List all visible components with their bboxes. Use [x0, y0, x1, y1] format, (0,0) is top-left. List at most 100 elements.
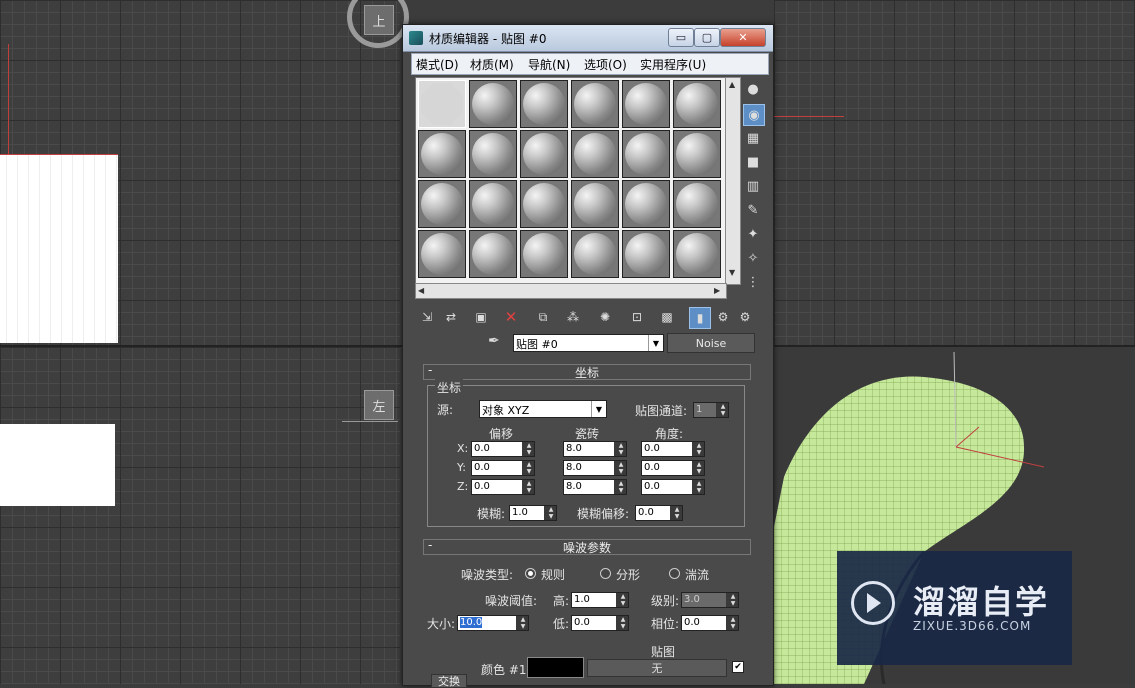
offset-value[interactable]: 0.0: [472, 442, 522, 456]
map-channel-spinner[interactable]: 1 ▲ ▼: [693, 402, 729, 418]
spinner-arrows-icon[interactable]: ▲ ▼: [616, 480, 626, 494]
show-end-result-icon[interactable]: ▮: [689, 307, 711, 329]
background-checker-icon[interactable]: ▦: [743, 128, 763, 148]
material-sample-slot[interactable]: [469, 80, 517, 128]
color1-map-button[interactable]: 无: [587, 659, 727, 677]
spinner-arrows-icon[interactable]: ▲ ▼: [694, 461, 704, 475]
video-color-check-icon[interactable]: ▥: [743, 176, 763, 196]
viewcube-left-face[interactable]: 左: [364, 390, 394, 420]
phase-value[interactable]: 0.0: [682, 616, 726, 630]
menu-options[interactable]: 选项(O): [584, 56, 627, 73]
low-spinner[interactable]: 0.0 ▲ ▼: [571, 615, 629, 631]
low-value[interactable]: 0.0: [572, 616, 616, 630]
tiling-spinner[interactable]: 8.0 ▲ ▼: [563, 460, 627, 476]
tiling-value[interactable]: 8.0: [564, 461, 614, 475]
put-to-library-icon[interactable]: ✺: [595, 307, 615, 327]
angle-spinner[interactable]: 0.0 ▲ ▼: [641, 441, 705, 457]
size-spinner[interactable]: 10.0 ▲ ▼: [457, 615, 529, 631]
close-button[interactable]: ✕: [720, 28, 766, 47]
angle-spinner[interactable]: 0.0 ▲ ▼: [641, 479, 705, 495]
material-sample-slot[interactable]: [418, 130, 466, 178]
show-map-in-viewport-icon[interactable]: ▩: [657, 307, 677, 327]
menu-navigation[interactable]: 导航(N): [528, 56, 570, 73]
offset-spinner[interactable]: 0.0 ▲ ▼: [471, 479, 535, 495]
color1-swatch[interactable]: [527, 657, 584, 678]
go-to-parent-icon[interactable]: ⚙: [713, 307, 733, 327]
material-id-channel-icon[interactable]: ⊡: [627, 307, 647, 327]
map-name-combo[interactable]: 贴图 #0 ▼: [513, 334, 664, 352]
spinner-arrows-icon[interactable]: ▲ ▼: [718, 403, 728, 417]
make-unique-icon[interactable]: ⁂: [563, 307, 583, 327]
spinner-arrows-icon[interactable]: ▲ ▼: [694, 480, 704, 494]
material-sample-slot[interactable]: [571, 180, 619, 228]
material-sample-slot[interactable]: [418, 180, 466, 228]
material-sample-slot[interactable]: [673, 80, 721, 128]
spinner-arrows-icon[interactable]: ▲ ▼: [728, 616, 738, 630]
tiling-value[interactable]: 8.0: [564, 442, 614, 456]
color1-map-checkbox[interactable]: ✔: [732, 661, 744, 673]
spinner-arrows-icon[interactable]: ▲ ▼: [618, 593, 628, 607]
select-by-material-icon[interactable]: ✧: [743, 248, 763, 268]
blur-spinner[interactable]: 1.0 ▲ ▼: [509, 505, 557, 521]
material-editor-window[interactable]: 材质编辑器 - 贴图 #0 ▭ ▢ ✕ 模式(D) 材质(M) 导航(N) 选项…: [402, 24, 774, 688]
spinner-arrows-icon[interactable]: ▲ ▼: [728, 593, 738, 607]
make-preview-icon[interactable]: ✎: [743, 200, 763, 220]
spinner-arrows-icon[interactable]: ▲ ▼: [524, 442, 534, 456]
angle-value[interactable]: 0.0: [642, 480, 692, 494]
material-sample-slot[interactable]: [469, 130, 517, 178]
source-combo[interactable]: 对象 XYZ ▼: [479, 400, 607, 418]
material-sample-slot[interactable]: [520, 130, 568, 178]
menu-utilities[interactable]: 实用程序(U): [640, 56, 706, 73]
sample-slots-vscroll[interactable]: ▲ ▼: [725, 77, 741, 285]
eyedropper-icon[interactable]: ✒: [488, 333, 500, 349]
material-sample-slot[interactable]: [469, 230, 517, 278]
menu-mode[interactable]: 模式(D): [416, 56, 459, 73]
viewcube-top-face[interactable]: 上: [364, 5, 394, 35]
spinner-arrows-icon[interactable]: ▲ ▼: [616, 461, 626, 475]
scroll-left-icon[interactable]: ◀: [418, 286, 424, 295]
levels-value[interactable]: 3.0: [682, 593, 726, 607]
material-sample-slot[interactable]: [622, 230, 670, 278]
title-bar[interactable]: 材质编辑器 - 贴图 #0 ▭ ▢ ✕: [403, 25, 773, 52]
scroll-up-icon[interactable]: ▲: [729, 80, 735, 89]
get-material-icon[interactable]: ⇲: [417, 307, 437, 327]
material-sample-slot[interactable]: [520, 230, 568, 278]
reset-map-icon[interactable]: ✕: [501, 307, 521, 327]
high-spinner[interactable]: 1.0 ▲ ▼: [571, 592, 629, 608]
blur-value[interactable]: 1.0: [510, 506, 544, 520]
chevron-down-icon[interactable]: ▼: [648, 335, 663, 351]
material-sample-slot[interactable]: [520, 180, 568, 228]
map-channel-value[interactable]: 1: [694, 403, 716, 417]
options-icon[interactable]: ✦: [743, 224, 763, 244]
noise-type-fractal-radio[interactable]: [600, 568, 611, 579]
material-sample-slot[interactable]: [622, 80, 670, 128]
material-sample-slot[interactable]: [673, 180, 721, 228]
put-to-scene-icon[interactable]: ⇄: [441, 307, 461, 327]
material-sample-slot[interactable]: [571, 130, 619, 178]
phase-spinner[interactable]: 0.0 ▲ ▼: [681, 615, 739, 631]
sample-uv-tiling-icon[interactable]: ■: [743, 152, 763, 172]
scroll-down-icon[interactable]: ▼: [729, 268, 735, 277]
maximize-button[interactable]: ▢: [694, 28, 720, 47]
tiling-value[interactable]: 8.0: [564, 480, 614, 494]
material-sample-slot[interactable]: [418, 230, 466, 278]
offset-spinner[interactable]: 0.0 ▲ ▼: [471, 460, 535, 476]
material-sample-slot[interactable]: [622, 180, 670, 228]
offset-value[interactable]: 0.0: [472, 461, 522, 475]
copy-material-icon[interactable]: ⧉: [533, 307, 553, 327]
size-value-field[interactable]: 10.0: [458, 616, 516, 630]
high-value[interactable]: 1.0: [572, 593, 616, 607]
spinner-arrows-icon[interactable]: ▲ ▼: [616, 442, 626, 456]
spinner-arrows-icon[interactable]: ▲ ▼: [672, 506, 682, 520]
noise-type-regular-radio[interactable]: [525, 568, 536, 579]
material-sample-slot[interactable]: [520, 80, 568, 128]
blur-offset-value[interactable]: 0.0: [636, 506, 670, 520]
scroll-right-icon[interactable]: ▶: [714, 286, 720, 295]
spinner-arrows-icon[interactable]: ▲ ▼: [694, 442, 704, 456]
viewport-top-right[interactable]: [774, 0, 1135, 345]
sample-slots-hscroll[interactable]: ◀ ▶: [415, 283, 727, 299]
spinner-arrows-icon[interactable]: ▲ ▼: [518, 616, 528, 630]
noise-type-turbulence-radio[interactable]: [669, 568, 680, 579]
offset-value[interactable]: 0.0: [472, 480, 522, 494]
noise-rollout-header[interactable]: - 噪波参数: [423, 538, 751, 555]
